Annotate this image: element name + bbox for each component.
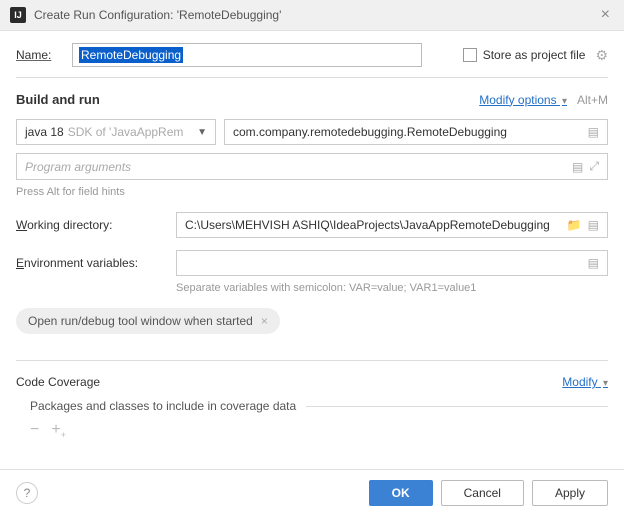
modify-options-link[interactable]: Modify options ▾ [479,93,567,107]
chevron-down-icon: ▾ [562,96,567,107]
name-input[interactable]: RemoteDebugging [72,43,422,67]
help-button[interactable]: ? [16,482,38,504]
add-button[interactable]: ++ [51,421,66,440]
app-icon: IJ [10,7,26,23]
folder-icon[interactable]: 📁 [567,218,582,232]
main-class-input[interactable]: com.company.remotedebugging.RemoteDebugg… [224,119,608,145]
working-dir-input[interactable]: C:\Users\MEHVISH ASHIQ\IdeaProjects\Java… [176,212,608,238]
divider [16,360,608,361]
build-run-title: Build and run [16,92,100,107]
chip-label: Open run/debug tool window when started [28,314,253,328]
main-class-text: com.company.remotedebugging.RemoteDebugg… [233,125,582,139]
jdk-select[interactable]: java 18 SDK of 'JavaAppRem ▼ [16,119,216,145]
chevron-down-icon: ▼ [197,127,207,138]
jdk-sdk-text: SDK of 'JavaAppRem [68,125,197,139]
ok-button[interactable]: OK [369,480,433,506]
gear-icon[interactable]: ⚙ [595,47,608,64]
list-icon[interactable]: ▤ [588,218,599,232]
env-input[interactable]: ▤ [176,250,608,276]
env-helper: Separate variables with semicolon: VAR=v… [176,282,608,294]
close-icon[interactable]: × [261,314,268,328]
list-icon[interactable]: ▤ [588,256,599,270]
env-label: Environment variables: [16,256,176,270]
dialog-title: Create Run Configuration: 'RemoteDebuggi… [34,8,597,22]
args-placeholder: Program arguments [25,160,566,174]
titlebar: IJ Create Run Configuration: 'RemoteDebu… [0,0,624,31]
coverage-sub-label: Packages and classes to include in cover… [30,399,296,413]
cancel-button[interactable]: Cancel [441,480,524,506]
name-label: Name: [16,48,72,62]
name-value: RemoteDebugging [79,47,183,63]
coverage-modify-link[interactable]: Modify ▾ [562,375,608,389]
close-icon[interactable]: × [597,6,614,24]
list-icon[interactable]: ▤ [572,160,583,174]
store-checkbox[interactable] [463,48,477,62]
list-icon[interactable]: ▤ [588,125,599,139]
chevron-down-icon: ▾ [603,378,608,389]
modify-shortcut: Alt+M [577,93,608,107]
field-hint: Press Alt for field hints [16,186,608,198]
expand-icon[interactable]: ⤢ [589,159,599,174]
working-dir-label: Working directory: [16,218,176,232]
jdk-main-text: java 18 [25,125,64,139]
option-chip[interactable]: Open run/debug tool window when started … [16,308,280,334]
divider [306,406,608,407]
code-coverage-title: Code Coverage [16,375,100,389]
store-label: Store as project file [483,48,586,62]
remove-button[interactable]: − [30,421,39,440]
working-dir-value: C:\Users\MEHVISH ASHIQ\IdeaProjects\Java… [185,218,561,232]
apply-button[interactable]: Apply [532,480,608,506]
program-args-input[interactable]: Program arguments ▤ ⤢ [16,153,608,180]
footer: ? OK Cancel Apply [0,469,624,516]
divider [16,77,608,78]
